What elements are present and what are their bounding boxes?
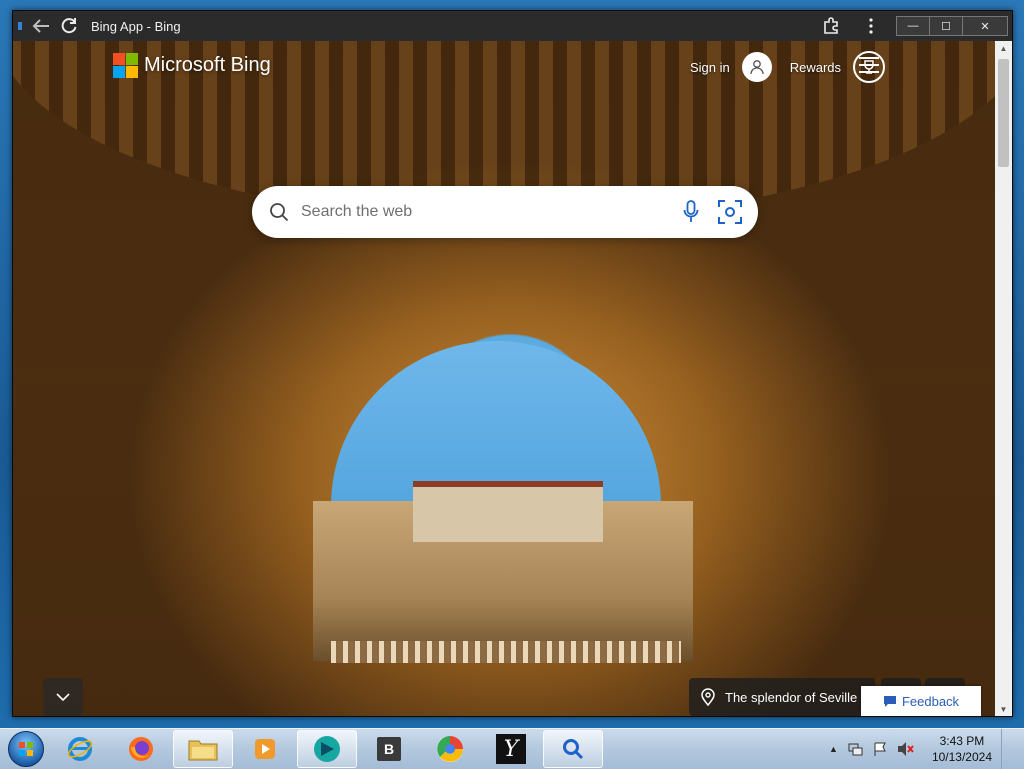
scroll-up-arrow[interactable]: ▲ bbox=[995, 41, 1012, 55]
volume-muted-icon[interactable] bbox=[897, 741, 915, 757]
media-player-icon[interactable] bbox=[236, 731, 294, 767]
search-box[interactable] bbox=[252, 186, 758, 238]
search-input[interactable] bbox=[299, 202, 663, 222]
title-bar: Bing App - Bing — ☐ ✕ bbox=[13, 11, 1012, 41]
menu-icon[interactable] bbox=[859, 57, 879, 73]
scrollbar-thumb[interactable] bbox=[998, 59, 1009, 167]
minimize-button[interactable]: — bbox=[896, 16, 930, 36]
file-explorer-icon[interactable] bbox=[173, 730, 233, 768]
y-app-icon[interactable]: Y bbox=[482, 731, 540, 767]
chevron-down-icon bbox=[56, 692, 70, 701]
network-icon[interactable] bbox=[847, 741, 863, 757]
back-button[interactable] bbox=[27, 11, 55, 41]
rewards-link[interactable]: Rewards bbox=[790, 60, 841, 75]
location-pin-icon bbox=[701, 688, 715, 706]
windows-logo-icon bbox=[8, 731, 44, 767]
caption-text: The splendor of Seville bbox=[725, 689, 858, 705]
background-balcony bbox=[331, 641, 681, 663]
start-button[interactable] bbox=[4, 730, 48, 768]
back-icon[interactable] bbox=[13, 11, 27, 41]
clock[interactable]: 3:43 PM 10/13/2024 bbox=[932, 733, 992, 765]
taskbar: B Y ▲ 3:43 PM 10/13/2024 bbox=[0, 728, 1024, 769]
bing-app-icon[interactable] bbox=[297, 730, 357, 768]
clock-time: 3:43 PM bbox=[939, 734, 985, 748]
refresh-button[interactable] bbox=[55, 11, 83, 41]
search-icon bbox=[270, 203, 289, 222]
window-title: Bing App - Bing bbox=[91, 18, 181, 34]
sign-in-link[interactable]: Sign in bbox=[690, 60, 730, 75]
system-tray: ▲ 3:43 PM 10/13/2024 bbox=[829, 729, 1024, 769]
internet-explorer-icon[interactable] bbox=[51, 731, 109, 767]
user-avatar-icon[interactable] bbox=[741, 52, 772, 82]
browser-window: Bing App - Bing — ☐ ✕ Microsoft Bing Sig… bbox=[12, 10, 1013, 717]
extensions-icon[interactable] bbox=[811, 11, 851, 41]
google-chrome-icon[interactable] bbox=[421, 731, 479, 767]
background-tower bbox=[413, 481, 603, 542]
image-caption[interactable]: The splendor of Seville bbox=[689, 678, 875, 716]
bing-logo[interactable]: Microsoft Bing bbox=[113, 53, 271, 78]
close-button[interactable]: ✕ bbox=[962, 16, 1008, 36]
clock-date: 10/13/2024 bbox=[931, 750, 992, 764]
feedback-button[interactable]: Feedback bbox=[861, 686, 981, 716]
brand-name: Microsoft Bing bbox=[144, 54, 271, 76]
feedback-icon bbox=[883, 695, 896, 707]
visual-search-icon[interactable] bbox=[716, 198, 744, 226]
b-app-icon[interactable]: B bbox=[360, 731, 418, 767]
microphone-icon[interactable] bbox=[680, 199, 702, 225]
action-center-flag-icon[interactable] bbox=[872, 741, 888, 757]
show-desktop-button[interactable] bbox=[1001, 729, 1014, 769]
bing-page: Microsoft Bing Sign in Rewards Search th… bbox=[13, 41, 995, 716]
scroll-down-arrow[interactable]: ▼ bbox=[995, 702, 1012, 716]
vertical-scrollbar[interactable]: ▲ ▼ bbox=[995, 41, 1012, 716]
more-options-icon[interactable] bbox=[851, 11, 891, 41]
show-hidden-icons[interactable]: ▲ bbox=[829, 744, 838, 754]
search-app-icon[interactable] bbox=[543, 730, 603, 768]
feedback-label: Feedback bbox=[901, 693, 960, 709]
scroll-down-button[interactable] bbox=[43, 678, 83, 716]
firefox-icon[interactable] bbox=[112, 731, 170, 767]
microsoft-logo-icon bbox=[113, 53, 138, 78]
maximize-button[interactable]: ☐ bbox=[929, 16, 963, 36]
